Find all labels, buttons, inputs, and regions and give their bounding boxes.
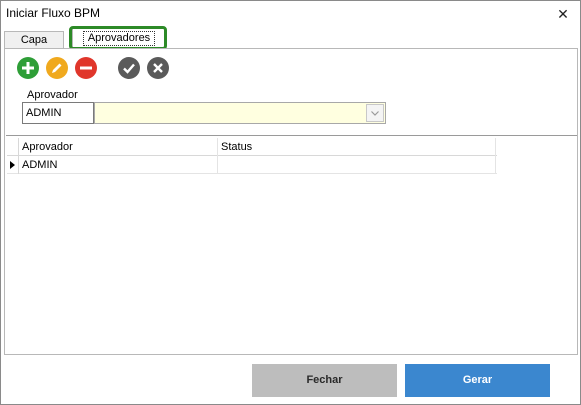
title-bar: Iniciar Fluxo BPM ✕ [1,1,580,27]
tab-aprovadores-label: Aprovadores [82,31,156,46]
delete-button[interactable] [75,57,97,79]
grid-header-row: Aprovador Status [7,138,497,156]
plus-icon [22,62,34,74]
aprovadores-panel: Aprovador ADMIN Aprovador Status ADMIN [4,48,578,355]
tab-strip: Capa Aprovadores [4,28,578,48]
fechar-button[interactable]: Fechar [252,364,397,397]
aprovador-name-combo[interactable] [94,102,386,124]
chevron-down-icon[interactable] [366,104,384,122]
footer: Fechar Gerar [1,356,580,404]
x-icon [153,63,163,73]
confirm-button[interactable] [118,57,140,79]
tab-capa[interactable]: Capa [4,31,64,48]
tab-capa-label: Capa [20,34,48,46]
gerar-button[interactable]: Gerar [405,364,550,397]
cancel-button[interactable] [147,57,169,79]
cell-status[interactable] [218,156,496,174]
column-header-status[interactable]: Status [218,138,496,156]
aprovador-code-field[interactable]: ADMIN [22,102,94,124]
row-indicator [7,156,19,174]
minus-icon [80,66,92,70]
aprovador-label: Aprovador [27,89,78,101]
check-icon [123,63,135,74]
approvers-grid: Aprovador Status ADMIN [7,138,497,174]
tab-aprovadores[interactable]: Aprovadores [72,28,166,48]
edit-button[interactable] [46,57,68,79]
approvers-grid-area: Aprovador Status ADMIN [6,135,577,354]
row-pointer-icon [10,161,15,169]
table-row[interactable]: ADMIN [7,156,497,174]
grid-header-indicator [7,138,19,156]
column-header-aprovador[interactable]: Aprovador [19,138,218,156]
window-title: Iniciar Fluxo BPM [6,6,101,20]
pencil-icon [52,63,62,73]
close-icon[interactable]: ✕ [552,4,574,24]
add-button[interactable] [17,57,39,79]
cell-aprovador[interactable]: ADMIN [19,156,218,174]
dialog-window: Iniciar Fluxo BPM ✕ Capa Aprovadores Apr… [0,0,581,405]
